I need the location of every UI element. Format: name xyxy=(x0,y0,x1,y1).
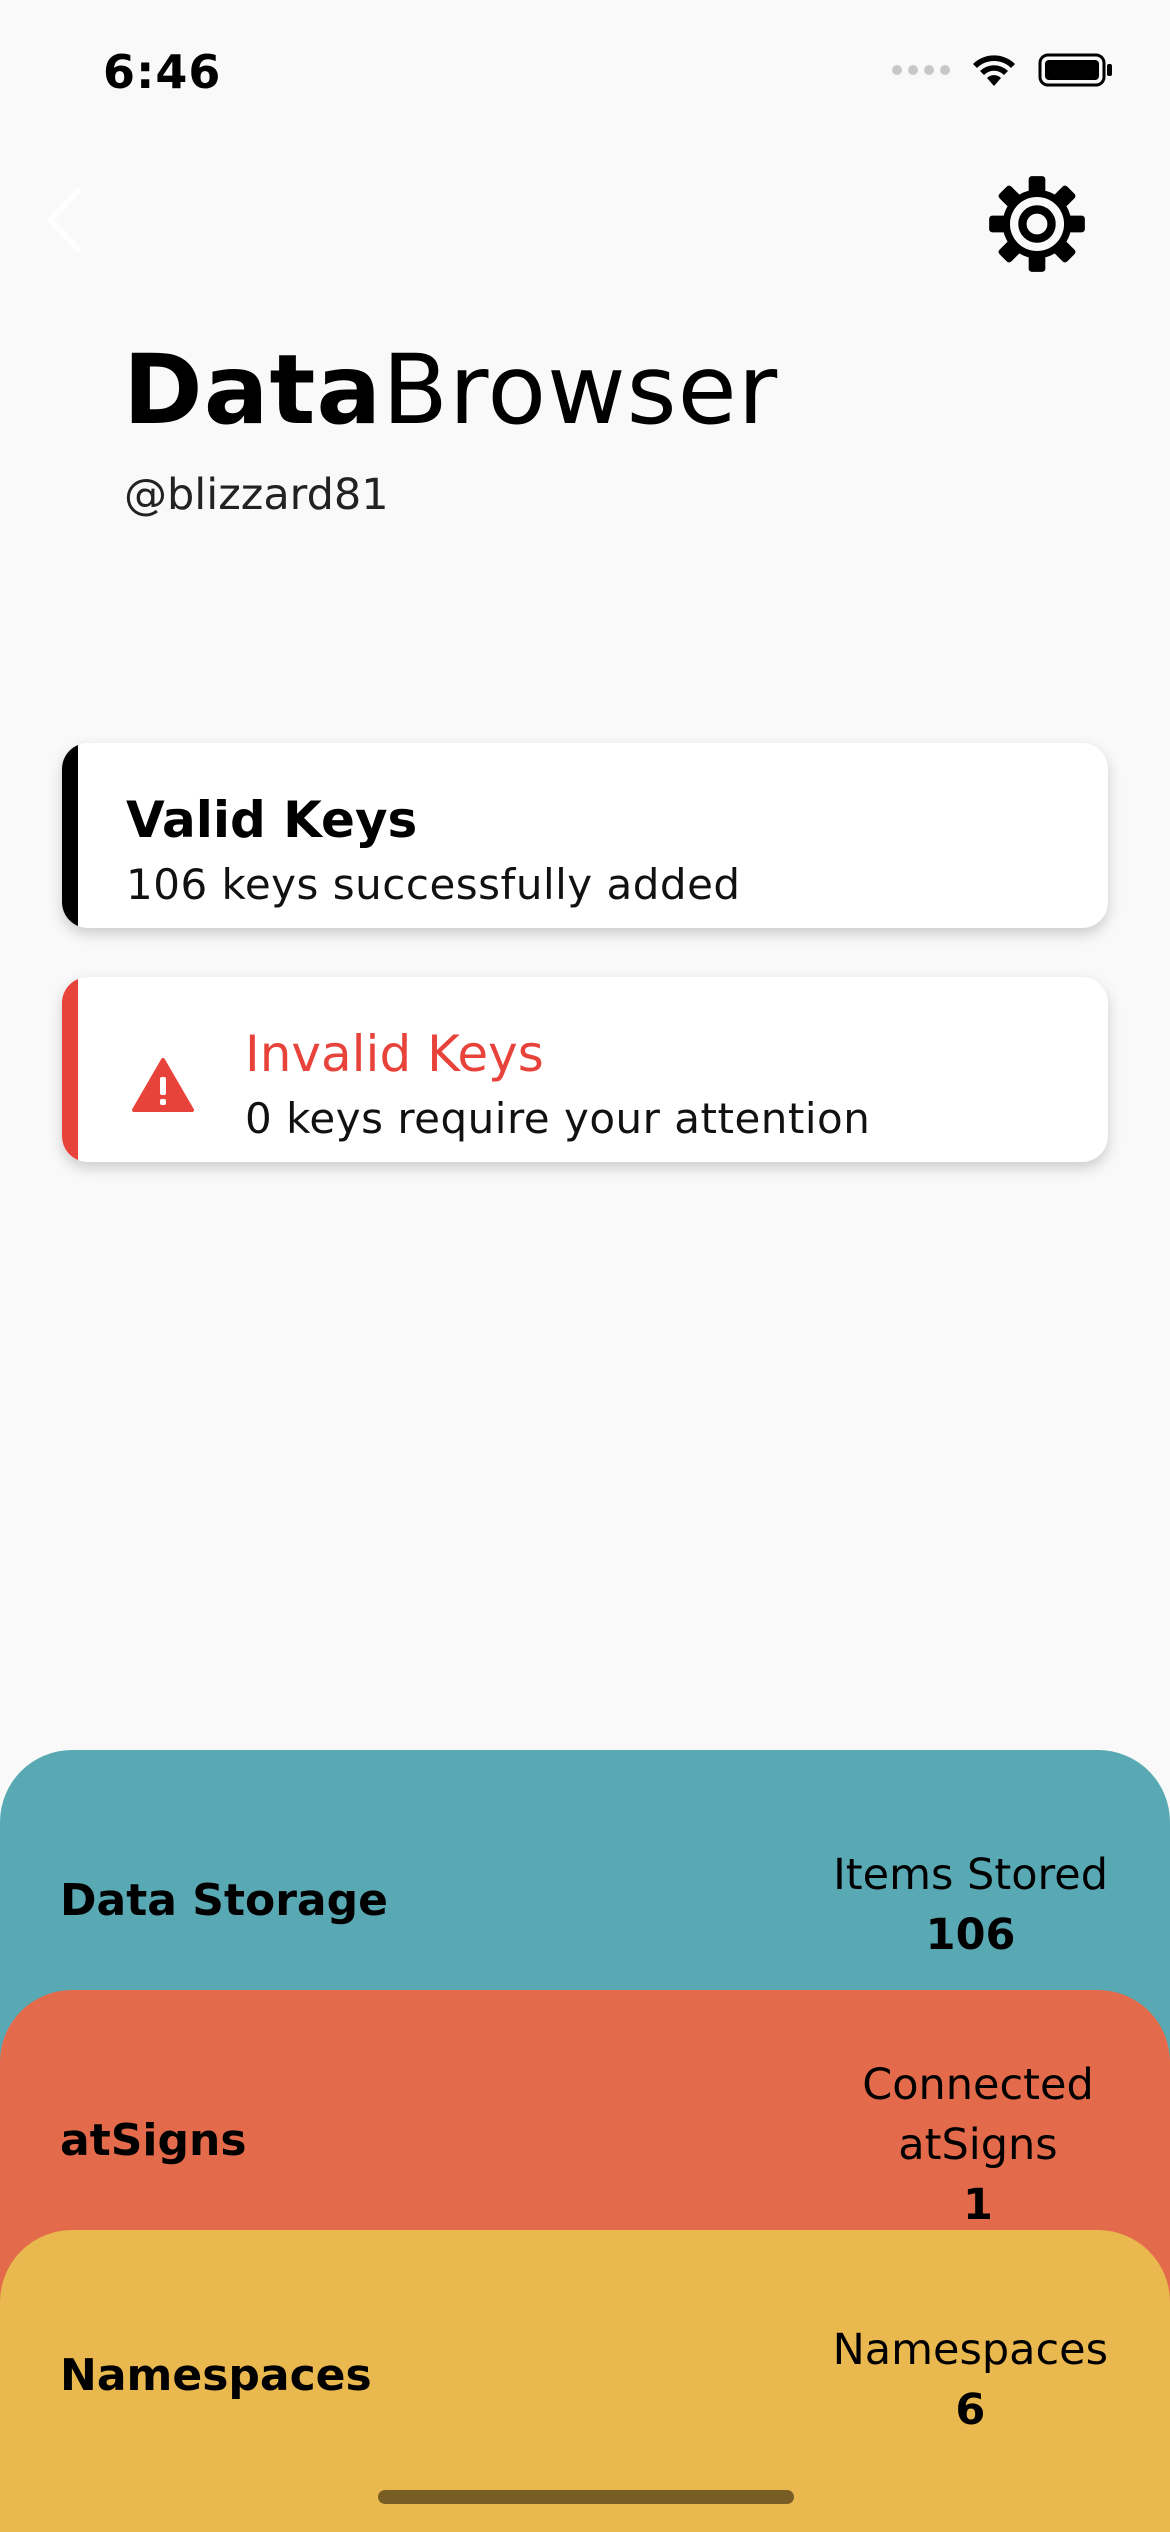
card-accent xyxy=(62,977,78,1162)
signal-icon xyxy=(892,65,950,75)
connected-atsigns-stat: Connected atSigns 1 xyxy=(848,2055,1108,2235)
title-bold: Data xyxy=(123,334,383,446)
battery-icon xyxy=(1038,53,1112,87)
settings-button[interactable] xyxy=(985,172,1089,276)
stat-label: Namespaces xyxy=(832,2325,1108,2375)
status-time: 6:46 xyxy=(103,45,222,99)
stat-value: 1 xyxy=(963,2180,993,2230)
panel-label: atSigns xyxy=(60,2115,247,2166)
page-title: DataBrowser xyxy=(123,340,778,441)
valid-keys-subtitle: 106 keys successfully added xyxy=(126,860,741,909)
card-accent xyxy=(62,743,78,928)
chevron-left-icon xyxy=(47,188,81,252)
panel-label: Data Storage xyxy=(60,1875,388,1926)
invalid-keys-title: Invalid Keys xyxy=(245,1025,544,1083)
stat-value: 106 xyxy=(925,1910,1016,1960)
namespaces-panel[interactable]: Namespaces Namespaces 6 xyxy=(0,2230,1170,2532)
invalid-keys-subtitle: 0 keys require your attention xyxy=(245,1094,871,1143)
app-screen: 6:46 DataBrowser @blizzard81 Valid Keys … xyxy=(0,0,1170,2532)
gear-icon xyxy=(989,176,1085,272)
items-stored-stat: Items Stored 106 xyxy=(833,1845,1108,1965)
warning-icon xyxy=(132,1058,194,1112)
wifi-icon xyxy=(973,55,1015,86)
valid-keys-card[interactable]: Valid Keys 106 keys successfully added xyxy=(62,743,1108,928)
stat-value: 6 xyxy=(955,2385,986,2435)
panel-label: Namespaces xyxy=(60,2350,372,2401)
valid-keys-title: Valid Keys xyxy=(126,791,418,849)
namespaces-stat: Namespaces 6 xyxy=(833,2320,1108,2440)
home-indicator[interactable] xyxy=(378,2490,794,2504)
atsign-handle: @blizzard81 xyxy=(124,470,389,520)
title-light: Browser xyxy=(382,334,779,446)
back-button[interactable] xyxy=(40,185,90,255)
stat-label: Items Stored xyxy=(833,1850,1108,1900)
status-icons xyxy=(892,52,1114,88)
invalid-keys-card[interactable]: Invalid Keys 0 keys require your attenti… xyxy=(62,977,1108,1162)
stat-label: Connected atSigns xyxy=(862,2060,1094,2170)
